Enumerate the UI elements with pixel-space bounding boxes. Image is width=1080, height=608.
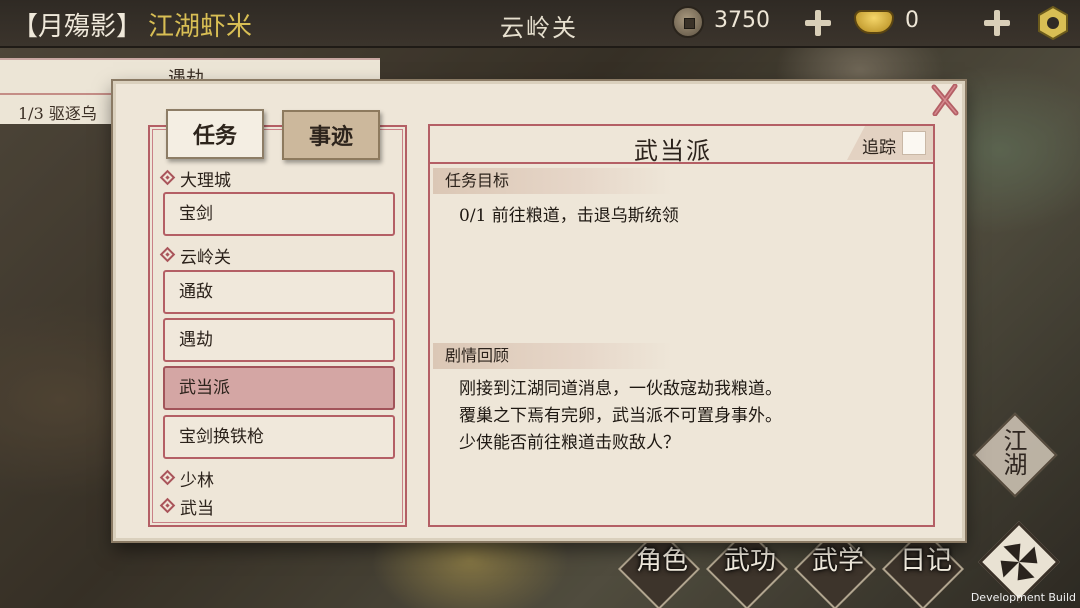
close-icon[interactable] (930, 84, 960, 116)
add-coins-button[interactable] (804, 9, 832, 37)
menu-diary-label: 日记 (900, 546, 953, 576)
ingot-count: 0 (905, 8, 919, 33)
coin-count: 3750 (714, 8, 770, 33)
story-line: 少侠能否前往粮道击败敌人？ (459, 433, 680, 453)
story-line: 覆巢之下焉有完卵，武当派不可置身事外。 (459, 406, 782, 426)
track-label: 追踪 (862, 138, 896, 158)
tab-tasks[interactable]: 任务 (166, 109, 264, 159)
group-header-wudang[interactable]: 武当 (159, 494, 214, 519)
story-line: 刚接到江湖同道消息，一伙敌寇劫我粮道。 (459, 379, 782, 399)
settings-gear-icon[interactable] (1036, 6, 1070, 40)
gold-ingot-icon (854, 10, 894, 34)
player-title: 江湖虾米 (148, 12, 253, 42)
group-header-dali[interactable]: 大理城 (159, 166, 231, 191)
group-label: 武当 (180, 499, 214, 519)
player-name: 【月殤影】 (12, 12, 143, 42)
quest-item-baojian[interactable]: 宝剑 (163, 192, 395, 236)
diamond-bullet-icon (159, 169, 176, 186)
location-title: 云岭关 (500, 14, 578, 42)
quest-title: 武当派 (634, 137, 712, 165)
menu-skills-label: 武学 (812, 546, 865, 576)
quest-item-wudangpai[interactable]: 武当派 (163, 366, 395, 410)
diamond-bullet-icon (159, 246, 176, 263)
objective-header: 任务目标 (433, 168, 673, 194)
objective-text: 0/1 前往粮道，击退乌斯统领 (459, 206, 679, 226)
dev-build-label: Development Build (970, 591, 1076, 604)
group-label: 大理城 (180, 171, 231, 191)
track-checkbox[interactable] (902, 131, 926, 155)
story-header: 剧情回顾 (433, 343, 673, 369)
diamond-bullet-icon (159, 497, 176, 514)
tab-deeds[interactable]: 事迹 (282, 110, 380, 160)
quest-item-yujie[interactable]: 遇劫 (163, 318, 395, 362)
jianghu-label: 江湖 (999, 428, 1027, 476)
quest-item-baojian-huan-tieqiang[interactable]: 宝剑换铁枪 (163, 415, 395, 459)
tracker-text: 1/3 驱逐乌 (18, 104, 97, 123)
menu-martial-label: 武功 (724, 546, 777, 576)
group-header-shaolin[interactable]: 少林 (159, 466, 214, 491)
diamond-bullet-icon (159, 469, 176, 486)
copper-coin-icon (672, 6, 704, 38)
group-label: 云岭关 (180, 248, 231, 268)
group-header-yunlingguan[interactable]: 云岭关 (159, 243, 231, 268)
menu-character-label: 角色 (636, 546, 689, 576)
group-label: 少林 (180, 471, 214, 491)
add-ingots-button[interactable] (983, 9, 1011, 37)
top-bar: 【月殤影】 江湖虾米 云岭关 3750 0 (0, 0, 1080, 48)
quest-item-tongdi[interactable]: 通敌 (163, 270, 395, 314)
